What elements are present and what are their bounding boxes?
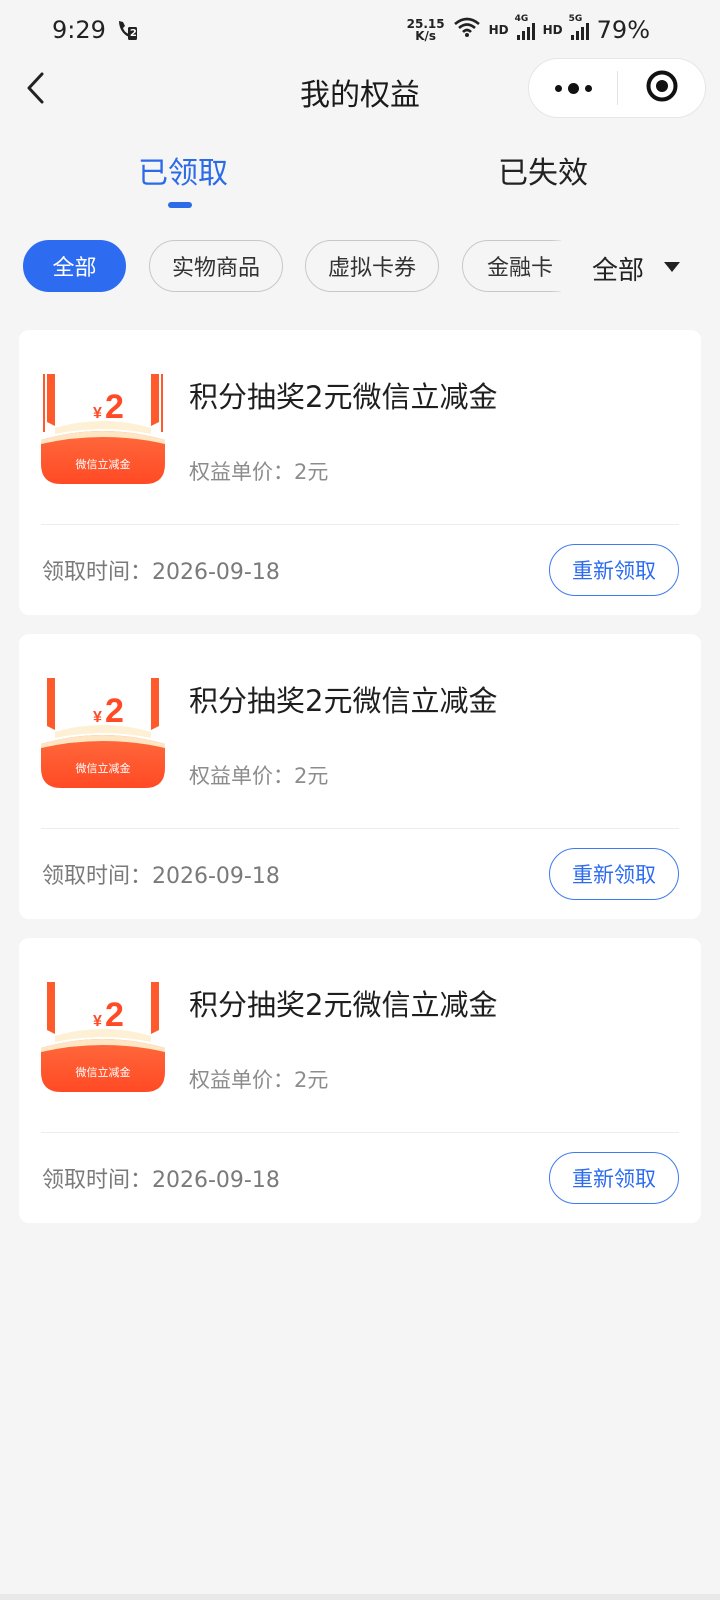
- status-right: 25.15 K/s HD 4G HD 5G 79%: [406, 14, 650, 44]
- more-button[interactable]: [529, 59, 617, 117]
- mini-program-capsule: [528, 58, 706, 118]
- chip-virtual-coupons[interactable]: 虚拟卡券: [305, 240, 439, 292]
- tab-expired[interactable]: 已失效: [498, 148, 588, 192]
- coupon-amount: 2: [105, 692, 124, 730]
- target-circle-icon: [645, 69, 679, 107]
- reclaim-button[interactable]: 重新领取: [549, 1152, 679, 1204]
- filter-bar: 全部 实物商品 虚拟卡券 金融卡 全部: [0, 240, 720, 294]
- filter-chip-scroller[interactable]: 全部 实物商品 虚拟卡券 金融卡: [23, 240, 561, 294]
- battery-level: 79%: [596, 16, 650, 44]
- card-divider: [41, 828, 679, 829]
- coupon-caption: 微信立减金: [76, 457, 131, 471]
- call-icon: 2: [116, 18, 138, 42]
- triangle-down-icon: [664, 261, 681, 272]
- close-button[interactable]: [618, 59, 705, 117]
- chip-all[interactable]: 全部: [23, 240, 126, 292]
- wifi-icon: [453, 16, 481, 44]
- coupon-image: ¥ 2 微信立减金: [41, 374, 165, 484]
- claim-time: 领取时间：2026-09-18: [42, 1168, 280, 1193]
- coupon-amount: 2: [105, 996, 124, 1034]
- coupon-amount: 2: [105, 388, 124, 426]
- benefit-title: 积分抽奖2元微信立减金: [189, 684, 498, 718]
- chip-fade: [552, 240, 566, 294]
- status-left: 9:29 2: [52, 16, 138, 44]
- coupon-caption: 微信立减金: [76, 761, 131, 775]
- category-select[interactable]: 全部: [592, 250, 681, 287]
- coupon-image: ¥ 2 微信立减金: [41, 982, 165, 1092]
- bottom-edge: [0, 1594, 720, 1600]
- chip-physical-goods[interactable]: 实物商品: [149, 240, 283, 292]
- call-badge: 2: [129, 28, 137, 39]
- hd1-label: HD: [488, 23, 509, 37]
- benefit-price: 权益单价：2元: [189, 764, 329, 788]
- nav-header: 我的权益: [0, 58, 720, 118]
- coupon-currency: ¥: [93, 1013, 102, 1030]
- coupon-image: ¥ 2 微信立减金: [41, 678, 165, 788]
- tab-claimed[interactable]: 已领取: [138, 148, 228, 192]
- coupon-currency: ¥: [93, 405, 102, 422]
- claim-time: 领取时间：2026-09-18: [42, 864, 280, 889]
- signal-4g-icon: 4G: [515, 14, 535, 40]
- coupon-currency: ¥: [93, 709, 102, 726]
- more-dots-icon: [554, 82, 592, 94]
- reclaim-button[interactable]: 重新领取: [549, 848, 679, 900]
- benefit-price: 权益单价：2元: [189, 460, 329, 484]
- benefit-title: 积分抽奖2元微信立减金: [189, 380, 498, 414]
- coupon-caption: 微信立减金: [76, 1065, 131, 1079]
- signal-5g-icon: 5G: [569, 14, 589, 40]
- benefit-card: ¥ 2 微信立减金 积分抽奖2元微信立减金 权益单价：2元 领取时间：2026-…: [19, 938, 701, 1223]
- category-select-label: 全部: [592, 256, 645, 286]
- tab-indicator: [168, 202, 192, 208]
- status-bar: 9:29 2 25.15 K/s HD 4G HD 5G 79%: [0, 0, 720, 60]
- benefit-title: 积分抽奖2元微信立减金: [189, 988, 498, 1022]
- benefit-list: ¥ 2 微信立减金 积分抽奖2元微信立减金 权益单价：2元 领取时间：2026-…: [19, 330, 701, 1242]
- network-speed: 25.15 K/s: [406, 17, 445, 43]
- benefit-card: ¥ 2 微信立减金 积分抽奖2元微信立减金 权益单价：2元 领取时间：2026-…: [19, 634, 701, 919]
- clock: 9:29: [52, 16, 106, 44]
- reclaim-button[interactable]: 重新领取: [549, 544, 679, 596]
- hd2-label: HD: [542, 23, 563, 37]
- card-divider: [41, 524, 679, 525]
- status-tabs: 已领取 已失效: [0, 140, 720, 210]
- benefit-card: ¥ 2 微信立减金 积分抽奖2元微信立减金 权益单价：2元 领取时间：2026-…: [19, 330, 701, 615]
- claim-time: 领取时间：2026-09-18: [42, 560, 280, 585]
- chip-financial-card[interactable]: 金融卡: [462, 240, 561, 292]
- card-divider: [41, 1132, 679, 1133]
- benefit-price: 权益单价：2元: [189, 1068, 329, 1092]
